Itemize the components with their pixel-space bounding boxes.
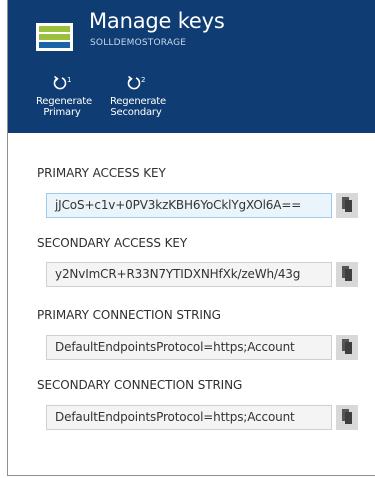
primary-connection-string-label: PRIMARY CONNECTION STRING (37, 308, 221, 322)
secondary-access-key-field[interactable]: y2NvImCR+R33N7YTIDXNHfXk/zeWh/43g (46, 262, 332, 287)
page-subtitle: SOLLDEMOSTORAGE (90, 38, 187, 48)
storage-account-icon (36, 23, 73, 51)
copy-primary-access-key-button[interactable] (336, 193, 358, 218)
primary-access-key-label: PRIMARY ACCESS KEY (37, 166, 166, 180)
refresh-icon: 2 (127, 75, 145, 90)
copy-secondary-access-key-button[interactable] (336, 262, 358, 287)
refresh-icon: 1 (53, 75, 71, 90)
page-title: Manage keys (89, 9, 225, 33)
svg-text:1: 1 (67, 76, 71, 84)
svg-text:2: 2 (141, 76, 145, 84)
copy-icon (342, 266, 352, 281)
regenerate-primary-button[interactable]: 1 Regenerate Primary (36, 75, 92, 118)
primary-connection-string-field[interactable]: DefaultEndpointsProtocol=https;Account (46, 335, 332, 360)
copy-secondary-connection-string-button[interactable] (336, 405, 358, 430)
regenerate-primary-label-line2: Primary (43, 107, 81, 118)
secondary-connection-string-label: SECONDARY CONNECTION STRING (37, 378, 243, 392)
copy-primary-connection-string-button[interactable] (336, 335, 358, 360)
manage-keys-blade: Manage keys SOLLDEMOSTORAGE 1 Regenerate… (7, 0, 375, 476)
regenerate-secondary-label-line1: Regenerate (110, 96, 166, 107)
secondary-access-key-label: SECONDARY ACCESS KEY (37, 236, 188, 250)
copy-icon (342, 197, 352, 212)
primary-access-key-field[interactable]: jJCoS+c1v+0PV3kzKBH6YoCklYgXOl6A== (46, 193, 332, 218)
copy-icon (342, 339, 352, 354)
blade-header: Manage keys SOLLDEMOSTORAGE 1 Regenerate… (8, 0, 375, 133)
copy-icon (342, 409, 352, 424)
secondary-connection-string-field[interactable]: DefaultEndpointsProtocol=https;Account (46, 405, 332, 430)
regenerate-primary-label-line1: Regenerate (36, 96, 92, 107)
regenerate-secondary-label-line2: Secondary (110, 107, 162, 118)
regenerate-secondary-button[interactable]: 2 Regenerate Secondary (110, 75, 166, 118)
